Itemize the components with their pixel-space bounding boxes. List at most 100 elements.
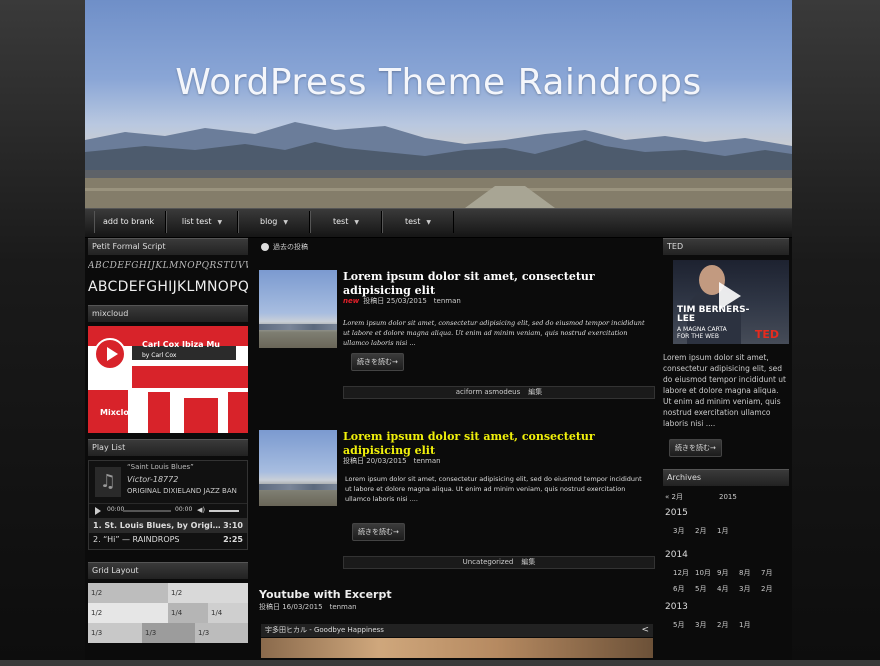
read-more-button[interactable]: 続きを読む→: [352, 523, 405, 541]
grid-cell: 1/4: [208, 603, 248, 623]
widget-title-grid: Grid Layout: [88, 562, 248, 579]
track-label: 1. St. Louis Blues, by Origi…: [93, 521, 221, 530]
grid-cell: 1/4: [168, 603, 208, 623]
post-thumbnail[interactable]: [259, 430, 337, 506]
post-footer: aciform asmodeus 編集: [343, 386, 655, 399]
archive-months: 3月 2月 1月: [673, 526, 739, 536]
volume-slider[interactable]: [209, 510, 239, 512]
archives-prev-link[interactable]: « 2月: [665, 492, 719, 502]
volume-icon[interactable]: ◀): [197, 506, 205, 514]
grid-cell: 1/3: [195, 623, 248, 643]
archive-month-link[interactable]: 10月: [695, 568, 717, 578]
nav-label: test: [405, 217, 421, 226]
archive-month-link[interactable]: 2月: [695, 526, 717, 536]
archive-month-link[interactable]: 9月: [717, 568, 739, 578]
archive-month-link[interactable]: 3月: [695, 620, 717, 630]
archive-month-link[interactable]: 5月: [673, 620, 695, 630]
ted-video-embed[interactable]: TIM BERNERS- LEE A MAGNA CARTA FOR THE WEB…: [673, 260, 789, 344]
archive-year: 2014: [665, 550, 688, 560]
play-icon[interactable]: [94, 338, 126, 370]
nav-label: blog: [260, 217, 278, 226]
archive-month-link[interactable]: 2月: [761, 584, 783, 594]
post-title[interactable]: Lorem ipsum dolor sit amet, consectetur …: [343, 430, 643, 458]
mixcloud-embed[interactable]: Carl Cox Ibiza Mu by Carl Cox Mixcloud: [88, 326, 248, 433]
track-duration: 3:10: [223, 521, 243, 530]
archive-month-link[interactable]: 1月: [739, 620, 761, 630]
archive-month-link[interactable]: 2月: [717, 620, 739, 630]
progress-bar[interactable]: [123, 510, 171, 512]
track-label: 2. “Hi” — RAINDROPS: [93, 535, 180, 544]
nav-item-test-2[interactable]: test ▼: [382, 211, 454, 233]
player-controls: 00:00 00:00 ◀): [89, 503, 247, 519]
track-album: Victor-18772: [127, 475, 179, 484]
caps-font-sample: ABCDEFGHIJKLMNOPQRSTUVWXYZ: [88, 279, 248, 295]
edit-link[interactable]: 編集: [528, 388, 542, 396]
grid-cell: 1/2: [168, 583, 248, 603]
read-more-button[interactable]: 続きを読む→: [351, 353, 404, 371]
archive-months: 5月 3月 2月 1月: [673, 620, 761, 630]
archive-year: 2015: [665, 508, 688, 518]
post-entry: Youtube with Excerpt 投稿日 16/03/2015 tenm…: [259, 588, 655, 660]
post-meta: 投稿日 20/03/2015 tenman: [343, 457, 441, 465]
youtube-title-bar[interactable]: 宇多田ヒカル - Goodbye Happiness <: [261, 624, 653, 637]
archive-month-link[interactable]: 5月: [695, 584, 717, 594]
youtube-video[interactable]: [261, 638, 653, 658]
ted-description: Lorem ipsum dolor sit amet, consectetur …: [663, 353, 786, 428]
nav-item-test[interactable]: test ▼: [310, 211, 382, 233]
post-meta: 投稿日 16/03/2015 tenman: [259, 603, 357, 611]
read-more-button[interactable]: 続きを読む→: [669, 439, 722, 457]
page: WordPress Theme Raindrops add to brank f…: [85, 0, 792, 660]
archive-month-link[interactable]: 4月: [717, 584, 739, 594]
time-current: 00:00: [107, 506, 125, 513]
breadcrumb-label: 過去の投稿: [273, 243, 308, 251]
category-link[interactable]: Uncategorized: [463, 558, 514, 566]
post-excerpt: Lorem ipsum dolor sit amet, consectetur …: [343, 319, 645, 347]
archive-year: 2013: [665, 602, 688, 612]
ted-logo: TED: [754, 328, 779, 341]
widget-title-archives: Archives: [663, 469, 789, 486]
mixcloud-show-title[interactable]: Carl Cox Ibiza Mu: [142, 340, 220, 349]
post-title[interactable]: Youtube with Excerpt: [259, 588, 392, 601]
widget-title-font: Petit Formal Script: [88, 238, 248, 255]
caret-down-icon: ▼: [217, 219, 223, 226]
post-excerpt: Lorem ipsum dolor sit amet, consectetur …: [345, 475, 642, 503]
ted-talk-title: TIM BERNERS- LEE: [677, 305, 750, 324]
archive-month-link[interactable]: 1月: [717, 526, 739, 536]
music-note-icon: ♫: [95, 467, 121, 497]
nav-label: test: [333, 217, 349, 226]
grid-layout-demo: 1/2 1/2 1/2 1/4 1/4 1/3 1/3 1/3: [88, 583, 248, 643]
breadcrumb[interactable]: 過去の投稿: [261, 242, 655, 252]
back-arrow-icon: [261, 243, 269, 251]
archive-month-link[interactable]: 8月: [739, 568, 761, 578]
grid-cell: 1/2: [88, 583, 168, 603]
nav-item-list-test[interactable]: list test ▼: [166, 211, 238, 233]
post-entry: Lorem ipsum dolor sit amet, consectetur …: [259, 270, 655, 400]
nav-item-add-to-brank-front[interactable]: add to brank front: [94, 211, 166, 248]
post-entry: Lorem ipsum dolor sit amet, consectetur …: [259, 430, 655, 570]
post-thumbnail[interactable]: [259, 270, 337, 348]
nav-item-blog[interactable]: blog ▼: [238, 211, 310, 233]
playlist-track[interactable]: 1. St. Louis Blues, by Origi… 3:10: [89, 519, 247, 533]
archive-month-link[interactable]: 3月: [673, 526, 695, 536]
site-title[interactable]: WordPress Theme Raindrops: [85, 62, 792, 103]
archive-month-link[interactable]: 12月: [673, 568, 695, 578]
main-nav: add to brank front list test ▼ blog ▼ test…: [85, 208, 792, 248]
archive-months: 12月 10月 9月 8月 7月: [673, 568, 783, 578]
caret-down-icon: ▼: [426, 219, 431, 226]
time-total: 00:00: [175, 506, 193, 513]
script-font-sample: ABCDEFGHIJKLMNOPQRSTUVWXYZ: [88, 261, 248, 271]
play-button-icon[interactable]: [95, 507, 101, 515]
share-icon[interactable]: <: [641, 624, 649, 637]
right-sidebar: TED TIM BERNERS- LEE A MAGNA CARTA FOR THE…: [663, 238, 789, 666]
playlist-track[interactable]: 2. “Hi” — RAINDROPS 2:25: [89, 533, 247, 547]
archive-month-link[interactable]: 6月: [673, 584, 695, 594]
post-title[interactable]: Lorem ipsum dolor sit amet, consectetur …: [343, 270, 643, 298]
archive-month-link[interactable]: 3月: [739, 584, 761, 594]
mixcloud-logo[interactable]: Mixcloud: [100, 408, 140, 417]
video-title[interactable]: 宇多田ヒカル - Goodbye Happiness: [265, 626, 384, 634]
edit-link[interactable]: 編集: [521, 558, 535, 566]
archives-nav: « 2月 2015: [665, 492, 741, 502]
category-link[interactable]: aciform asmodeus: [456, 388, 521, 396]
header-landscape-image: [85, 122, 792, 208]
archive-month-link[interactable]: 7月: [761, 568, 783, 578]
